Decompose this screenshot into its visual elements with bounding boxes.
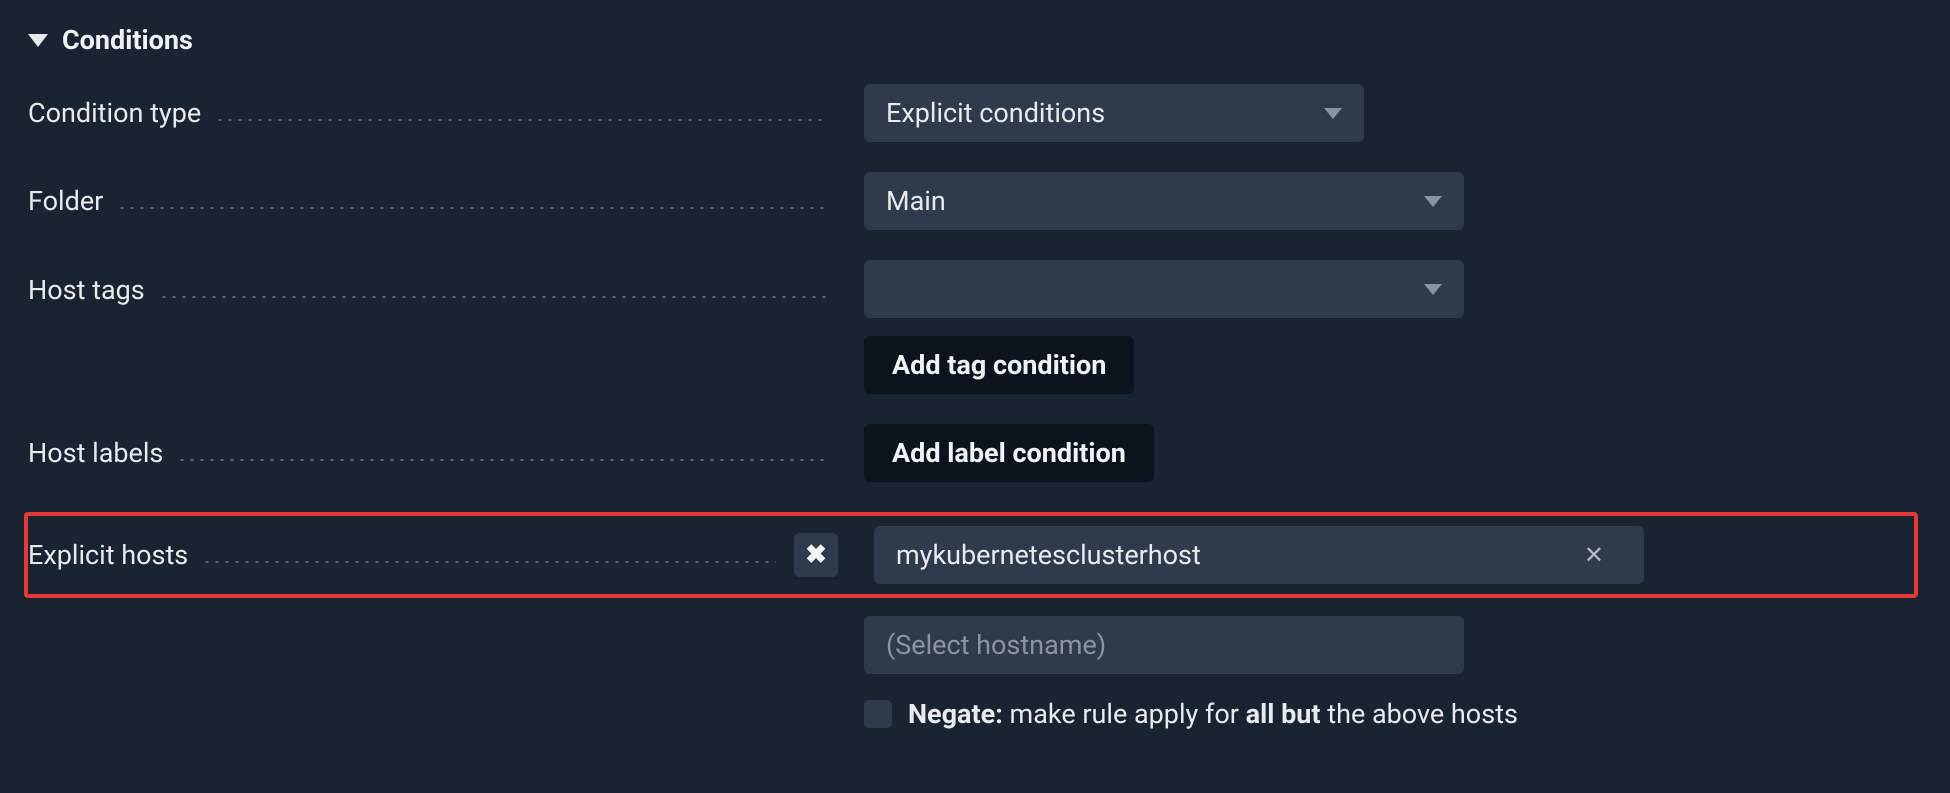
row-host-tags: Host tags Add tag condition xyxy=(28,260,1918,394)
dotted-leader xyxy=(177,459,828,461)
condition-type-select[interactable]: Explicit conditions xyxy=(864,84,1364,142)
dotted-leader xyxy=(159,296,828,298)
controls: mykubernetesclusterhost ✕ xyxy=(874,526,1644,584)
collapse-arrow-icon xyxy=(28,34,48,47)
dotted-leader xyxy=(117,207,828,209)
explicit-hosts-highlight: Explicit hosts ✖ mykubernetesclusterhost… xyxy=(24,512,1918,598)
controls: Explicit conditions xyxy=(864,84,1364,142)
explicit-hosts-label: Explicit hosts xyxy=(28,539,196,571)
label-wrap: Condition type xyxy=(28,97,828,129)
host-labels-label: Host labels xyxy=(28,437,171,469)
explicit-hosts-extra: (Select hostname) Negate: make rule appl… xyxy=(864,616,1918,730)
negate-text: Negate: make rule apply for all but the … xyxy=(908,698,1518,730)
add-tag-condition-button[interactable]: Add tag condition xyxy=(864,336,1134,394)
chevron-down-icon xyxy=(1324,108,1342,119)
add-host-select[interactable]: (Select hostname) xyxy=(864,616,1464,674)
label-wrap: Explicit hosts xyxy=(28,539,776,571)
remove-explicit-hosts-button[interactable]: ✖ xyxy=(794,533,838,577)
add-tag-condition-label: Add tag condition xyxy=(892,349,1106,381)
section-header[interactable]: Conditions xyxy=(28,20,1918,56)
negate-text-suffix: the above hosts xyxy=(1321,698,1518,730)
folder-value: Main xyxy=(886,185,946,217)
negate-row: Negate: make rule apply for all but the … xyxy=(864,698,1918,730)
dotted-leader xyxy=(202,561,776,563)
row-condition-type: Condition type Explicit conditions xyxy=(28,84,1918,142)
label-wrap: Host tags xyxy=(28,274,828,306)
controls: Add tag condition xyxy=(864,260,1464,394)
explicit-host-value: mykubernetesclusterhost xyxy=(896,539,1201,571)
host-tags-label: Host tags xyxy=(28,274,153,306)
negate-label: Negate: xyxy=(908,698,1003,730)
folder-label: Folder xyxy=(28,185,111,217)
add-label-condition-label: Add label condition xyxy=(892,437,1126,469)
row-host-labels: Host labels Add label condition xyxy=(28,424,1918,482)
clear-host-icon[interactable]: ✕ xyxy=(1584,541,1604,569)
controls: Main xyxy=(864,172,1464,230)
chevron-down-icon xyxy=(1424,196,1442,207)
host-tags-select[interactable] xyxy=(864,260,1464,318)
label-wrap: Folder xyxy=(28,185,828,217)
explicit-host-select[interactable]: mykubernetesclusterhost ✕ xyxy=(874,526,1644,584)
negate-text-bold: all but xyxy=(1246,698,1321,730)
add-host-placeholder: (Select hostname) xyxy=(886,629,1106,661)
condition-type-label: Condition type xyxy=(28,97,209,129)
folder-select[interactable]: Main xyxy=(864,172,1464,230)
add-label-condition-button[interactable]: Add label condition xyxy=(864,424,1154,482)
controls: Add label condition xyxy=(864,424,1154,482)
chevron-down-icon xyxy=(1424,284,1442,295)
condition-type-value: Explicit conditions xyxy=(886,97,1105,129)
section-title: Conditions xyxy=(62,24,193,56)
label-wrap: Host labels xyxy=(28,437,828,469)
dotted-leader xyxy=(215,119,828,121)
close-icon: ✖ xyxy=(805,540,827,570)
negate-text-prefix: make rule apply for xyxy=(1003,698,1246,730)
negate-checkbox[interactable] xyxy=(864,700,892,728)
conditions-panel: Conditions Condition type Explicit condi… xyxy=(0,0,1950,750)
row-folder: Folder Main xyxy=(28,172,1918,230)
